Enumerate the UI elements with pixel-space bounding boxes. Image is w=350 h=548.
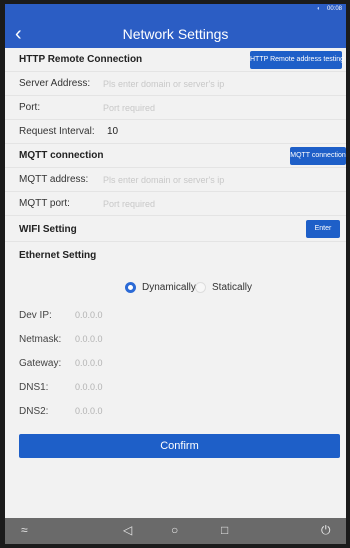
ethernet-section-title: Ethernet Setting [19, 250, 97, 261]
dns1-value[interactable]: 0.0.0.0 [75, 382, 103, 392]
wifi-section-title: WIFI Setting [19, 224, 77, 235]
dev-ip-row: Dev IP: 0.0.0.0 [5, 304, 346, 328]
dns1-label: DNS1: [19, 382, 49, 393]
dns2-label: DNS2: [19, 406, 49, 417]
request-interval-input[interactable]: 10 [107, 126, 118, 137]
status-bar: ◖ 00:08 [5, 4, 346, 20]
ethernet-section-header: Ethernet Setting [5, 242, 346, 268]
android-nav-bar: ≈ ◁ ○ □ ⏻ [5, 518, 346, 544]
gateway-label: Gateway: [19, 358, 62, 369]
radio-dynamically-label: Dynamically [142, 282, 196, 293]
dns2-row: DNS2: 0.0.0.0 [5, 400, 346, 424]
dns2-value[interactable]: 0.0.0.0 [75, 406, 103, 416]
dev-ip-value[interactable]: 0.0.0.0 [75, 310, 103, 320]
mqtt-port-label: MQTT port: [19, 198, 70, 209]
radio-statically[interactable]: Statically [195, 282, 252, 293]
request-interval-label: Request Interval: [19, 126, 95, 137]
recents-square-icon[interactable]: □ [221, 523, 228, 537]
gateway-row: Gateway: 0.0.0.0 [5, 352, 346, 376]
gateway-value[interactable]: 0.0.0.0 [75, 358, 103, 368]
netmask-label: Netmask: [19, 334, 62, 345]
port-row: Port: [5, 96, 346, 120]
mqtt-section-header: MQTT connection MQTT connection [5, 144, 346, 168]
mqtt-address-row: MQTT address: [5, 168, 346, 192]
collapse-icon[interactable]: ≈ [21, 523, 28, 537]
port-label: Port: [19, 102, 41, 113]
radio-dynamically[interactable]: Dynamically [125, 282, 196, 293]
page-title: Network Settings [122, 26, 229, 42]
radio-selected-icon [125, 282, 136, 293]
radio-statically-label: Statically [212, 282, 253, 293]
request-interval-row: Request Interval: 10 [5, 120, 346, 144]
server-address-label: Server Address: [19, 78, 91, 89]
radio-unselected-icon [195, 282, 206, 293]
title-bar: ‹ Network Settings [5, 20, 346, 48]
device-screen: ◖ 00:08 ‹ Network Settings HTTP Remote C… [5, 4, 346, 544]
signal-icon: ◖ [316, 6, 320, 12]
home-circle-icon[interactable]: ○ [171, 523, 178, 537]
http-section-header: HTTP Remote Connection HTTP Remote addre… [5, 48, 346, 72]
mqtt-port-row: MQTT port: [5, 192, 346, 216]
netmask-value[interactable]: 0.0.0.0 [75, 334, 103, 344]
dns1-row: DNS1: 0.0.0.0 [5, 376, 346, 400]
power-icon[interactable]: ⏻ [321, 523, 331, 538]
http-remote-test-button[interactable]: HTTP Remote address testing [250, 51, 344, 69]
netmask-row: Netmask: 0.0.0.0 [5, 328, 346, 352]
mqtt-connection-button[interactable]: MQTT connection [290, 147, 346, 165]
mqtt-section-title: MQTT connection [19, 150, 104, 161]
wifi-section-row: WIFI Setting Enter [5, 216, 346, 242]
server-address-input[interactable] [103, 75, 303, 93]
settings-form: HTTP Remote Connection HTTP Remote addre… [5, 48, 346, 518]
ethernet-mode-group: Dynamically Statically [5, 276, 346, 300]
dev-ip-label: Dev IP: [19, 310, 52, 321]
http-section-title: HTTP Remote Connection [19, 54, 143, 65]
mqtt-port-input[interactable] [103, 195, 303, 213]
back-triangle-icon[interactable]: ◁ [123, 523, 132, 537]
wifi-enter-button[interactable]: Enter [306, 220, 340, 238]
status-time: 00:08 [326, 6, 342, 12]
mqtt-address-input[interactable] [103, 171, 303, 189]
port-input[interactable] [103, 99, 303, 117]
server-address-row: Server Address: [5, 72, 346, 96]
confirm-button[interactable]: Confirm [19, 434, 340, 458]
mqtt-address-label: MQTT address: [19, 174, 89, 185]
